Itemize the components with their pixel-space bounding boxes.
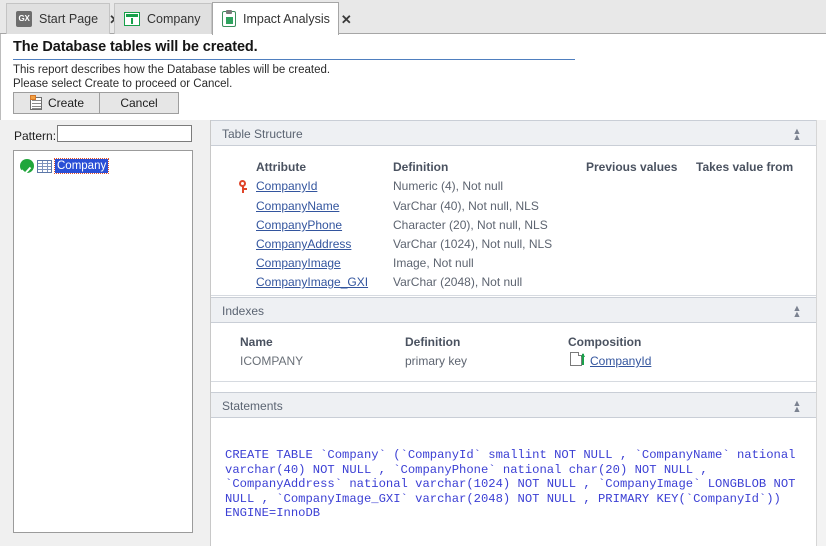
section-indexes: Indexes ▲ ▲ Name Definition Composition I…	[211, 297, 817, 382]
column-header-definition: Definition	[393, 160, 449, 174]
tab-impact-analysis[interactable]: Impact Analysis ✕	[212, 2, 352, 35]
gx-logo-icon: GX	[16, 11, 32, 27]
column-header-previous-values: Previous values	[586, 160, 678, 174]
attribute-definition: Image, Not null	[393, 256, 474, 270]
tree-item-company[interactable]: Company	[20, 158, 110, 174]
create-document-icon	[29, 94, 42, 110]
section-title: Table Structure	[222, 127, 303, 141]
tree-item-label: Company	[53, 158, 110, 174]
attribute-definition: VarChar (2048), Not null	[393, 275, 523, 289]
section-header-table-structure[interactable]: Table Structure ▲ ▲	[211, 120, 817, 146]
attribute-definition: Character (20), Not null, NLS	[393, 218, 548, 232]
report-description-line-2: Please select Create to proceed or Cance…	[13, 78, 233, 90]
application-window: GX Start Page ✕ Company ✕ Impact Analysi…	[0, 0, 826, 546]
pattern-label: Pattern:	[14, 129, 57, 143]
create-button-label: Create	[47, 96, 85, 110]
clipboard-icon	[222, 10, 236, 27]
table-grid-icon	[124, 12, 140, 26]
primary-key-icon	[239, 180, 251, 193]
cancel-button[interactable]: Cancel	[99, 92, 179, 114]
tab-close-icon[interactable]: ✕	[341, 13, 352, 26]
attribute-definition: VarChar (1024), Not null, NLS	[393, 237, 553, 251]
double-chevron-up-icon[interactable]: ▲ ▲	[791, 127, 803, 142]
section-title: Indexes	[222, 304, 265, 318]
attribute-link[interactable]: CompanyAddress	[256, 237, 351, 251]
tab-start-page[interactable]: GX Start Page ✕	[6, 3, 120, 34]
column-header-attribute: Attribute	[256, 160, 306, 174]
table-structure-body: Attribute Definition Previous values Tak…	[211, 146, 817, 296]
tab-bar: GX Start Page ✕ Company ✕ Impact Analysi…	[0, 0, 826, 35]
double-chevron-up-icon[interactable]: ▲ ▲	[791, 304, 803, 319]
section-header-statements[interactable]: Statements ▲ ▲	[211, 392, 817, 418]
attribute-link[interactable]: CompanyId	[256, 179, 317, 193]
vertical-scrollbar[interactable]	[816, 120, 826, 546]
section-header-indexes[interactable]: Indexes ▲ ▲	[211, 297, 817, 323]
object-tree[interactable]: Company	[13, 150, 193, 533]
sql-statement-text: CREATE TABLE `Company` (`CompanyId` smal…	[225, 448, 803, 521]
section-title: Statements	[222, 399, 283, 413]
report-content: Table Structure ▲ ▲ Attribute Definition …	[210, 120, 817, 546]
column-header-definition: Definition	[405, 335, 461, 349]
attribute-link[interactable]: CompanyImage	[256, 256, 341, 270]
report-description-line-1: This report describes how the Database t…	[13, 64, 331, 76]
title-divider	[13, 59, 575, 60]
attribute-definition: Numeric (4), Not null	[393, 179, 504, 193]
table-icon	[37, 159, 52, 173]
indexes-body: Name Definition Composition ICOMPANY pri…	[211, 323, 817, 382]
tab-label: Impact Analysis	[243, 12, 330, 26]
report-header: The Database tables will be created. Thi…	[0, 34, 826, 120]
double-chevron-up-icon[interactable]: ▲ ▲	[791, 399, 803, 414]
attribute-link[interactable]: CompanyImage_GXI	[256, 275, 368, 289]
tab-label: Start Page	[39, 12, 99, 26]
column-header-takes-value-from: Takes value from	[696, 160, 794, 174]
column-header-name: Name	[240, 335, 273, 349]
tab-company[interactable]: Company ✕	[114, 3, 222, 34]
tab-label: Company	[147, 12, 201, 26]
page-ascending-icon	[570, 352, 585, 366]
column-header-composition: Composition	[568, 335, 642, 349]
index-name: ICOMPANY	[240, 354, 304, 368]
statements-body: CREATE TABLE `Company` (`CompanyId` smal…	[211, 418, 817, 545]
attribute-link[interactable]: CompanyPhone	[256, 218, 342, 232]
composition-link[interactable]: CompanyId	[590, 354, 651, 368]
create-button[interactable]: Create	[13, 92, 101, 114]
index-definition: primary key	[405, 354, 468, 368]
left-panel: Pattern: Company	[0, 120, 206, 546]
status-ok-icon	[20, 159, 34, 173]
page-title: The Database tables will be created.	[13, 39, 258, 55]
attribute-link[interactable]: CompanyName	[256, 199, 339, 213]
cancel-button-label: Cancel	[120, 96, 158, 110]
attribute-definition: VarChar (40), Not null, NLS	[393, 199, 539, 213]
section-statements: Statements ▲ ▲ CREATE TABLE `Company` (`C…	[211, 392, 817, 545]
pattern-input[interactable]	[57, 125, 192, 142]
section-table-structure: Table Structure ▲ ▲ Attribute Definition …	[211, 120, 817, 296]
